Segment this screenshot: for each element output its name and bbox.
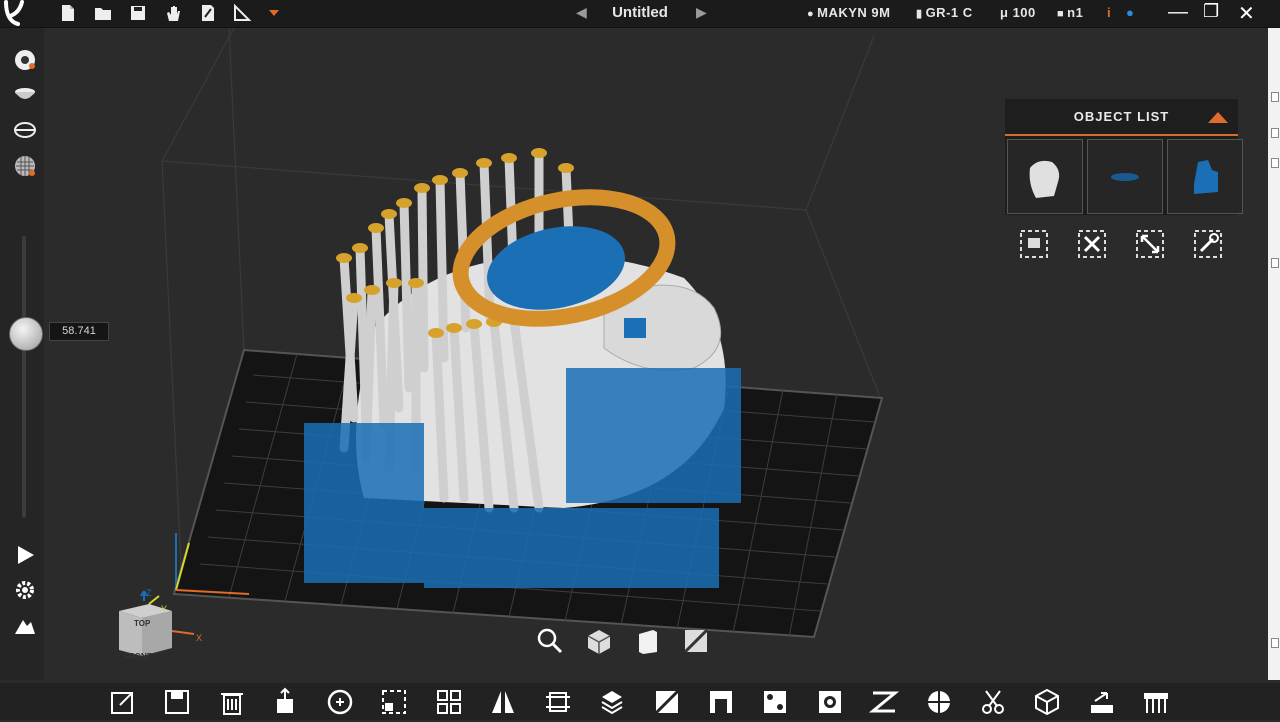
cube-view-icon[interactable]: [584, 626, 614, 656]
copies-icon: ■: [1057, 8, 1065, 20]
object-thumbnail-base[interactable]: [1167, 139, 1243, 214]
dropdown-arrow-icon[interactable]: [264, 3, 284, 23]
cross-section-icon[interactable]: [13, 118, 37, 142]
play-icon[interactable]: [13, 543, 37, 567]
scale-icon[interactable]: [379, 687, 409, 717]
strip-marker: [1271, 128, 1279, 138]
auto-support-icon[interactable]: [868, 687, 900, 717]
solid-view-icon[interactable]: [633, 626, 663, 656]
rotate-icon[interactable]: [325, 687, 355, 717]
document-title: Untitled: [612, 4, 668, 21]
visibility-eye-icon[interactable]: [13, 48, 37, 72]
resin-label: GR-1 C: [925, 5, 973, 20]
object-actions: [1005, 227, 1238, 261]
new-file-icon[interactable]: [58, 3, 78, 23]
open-folder-icon[interactable]: [93, 3, 113, 23]
resin-bottle-icon: ▮: [916, 8, 923, 20]
object-list-header[interactable]: OBJECT LIST: [1005, 99, 1238, 136]
app-logo-icon[interactable]: [0, 0, 48, 27]
navcube-y-label: Y: [161, 604, 168, 614]
strip-marker: [1271, 92, 1279, 102]
resin-status[interactable]: ▮ GR-1 C: [916, 5, 973, 20]
navcube-front-label[interactable]: FRONT: [124, 652, 152, 661]
delete-object-icon[interactable]: [1075, 227, 1109, 261]
save-icon[interactable]: [128, 3, 148, 23]
strip-marker: [1271, 258, 1279, 268]
left-toolbar: 58.741: [0, 28, 109, 680]
cut-plane-icon[interactable]: [652, 687, 682, 717]
printer-label: MAKYN 9M: [817, 5, 891, 20]
edit-document-icon[interactable]: [198, 3, 218, 23]
ring-tool-icon[interactable]: [815, 687, 845, 717]
strip-marker: [1271, 158, 1279, 168]
layer-slider-track[interactable]: [22, 236, 26, 518]
navcube-z-label: Z: [146, 588, 152, 598]
zoom-search-icon[interactable]: [535, 626, 565, 656]
printer-icon: ●: [807, 8, 815, 20]
export-icon[interactable]: [1087, 687, 1117, 717]
import-icon[interactable]: [108, 687, 138, 717]
duplicate-object-icon[interactable]: [1017, 227, 1051, 261]
layers-icon[interactable]: [597, 687, 627, 717]
save-model-icon[interactable]: [162, 687, 192, 717]
chat-icon[interactable]: ●: [1126, 5, 1134, 20]
scissors-icon[interactable]: [978, 687, 1008, 717]
strip-marker: [1271, 638, 1279, 648]
target-icon[interactable]: [924, 687, 954, 717]
bottom-toolbar: [0, 683, 1280, 720]
drill-holes-icon[interactable]: [760, 687, 790, 717]
right-edge-strip: [1268, 28, 1280, 680]
navigation-cube[interactable]: TOP FRONT Z Y X: [104, 586, 219, 686]
mesh-view-icon[interactable]: [13, 154, 37, 178]
layer-height-label: μ 100: [1000, 5, 1036, 20]
layer-slider-knob[interactable]: [9, 317, 43, 351]
move-object-icon[interactable]: [271, 687, 301, 717]
navcube-top-label[interactable]: TOP: [134, 619, 150, 628]
title-bar: ◀ Untitled ▶ ● MAKYN 9M ▮ GR-1 C μ 100 ■ n1…: [0, 0, 1280, 28]
info-icon[interactable]: i: [1107, 5, 1111, 20]
copies-status[interactable]: ■ n1: [1057, 5, 1083, 20]
object-list-panel: OBJECT LIST: [1005, 99, 1243, 215]
shape-tool-icon[interactable]: [13, 614, 37, 638]
trash-icon[interactable]: [217, 687, 247, 717]
hide-supports-icon[interactable]: [681, 626, 711, 656]
maximize-icon[interactable]: ❐: [1203, 1, 1219, 22]
arrange-grid-icon[interactable]: [434, 687, 464, 717]
close-icon[interactable]: ✕: [1238, 1, 1255, 26]
bowl-view-icon[interactable]: [13, 82, 37, 106]
layer-height-status[interactable]: μ 100: [1000, 5, 1036, 20]
object-thumbnail-supports[interactable]: [1087, 139, 1163, 214]
align-icon[interactable]: [543, 687, 573, 717]
collapse-caret-icon[interactable]: [1208, 112, 1228, 123]
next-document-icon[interactable]: ▶: [696, 4, 707, 21]
hand-tool-icon[interactable]: [163, 3, 183, 23]
settings-gear-icon[interactable]: [13, 578, 37, 602]
tools-wrench-icon[interactable]: [1191, 227, 1225, 261]
minimize-icon[interactable]: —: [1168, 1, 1188, 24]
object-thumbnail-model[interactable]: [1007, 139, 1083, 214]
mirror-icon[interactable]: [488, 687, 518, 717]
printer-table-icon[interactable]: [1141, 687, 1171, 717]
printer-status[interactable]: ● MAKYN 9M: [807, 5, 891, 20]
hollow-icon[interactable]: [706, 687, 736, 717]
object-list-title: OBJECT LIST: [1073, 109, 1170, 124]
package-cube-icon[interactable]: [1032, 687, 1062, 717]
scale-object-icon[interactable]: [1133, 227, 1167, 261]
navcube-x-label: X: [196, 633, 203, 643]
measure-icon[interactable]: [232, 3, 252, 23]
copies-label: n1: [1067, 5, 1084, 20]
